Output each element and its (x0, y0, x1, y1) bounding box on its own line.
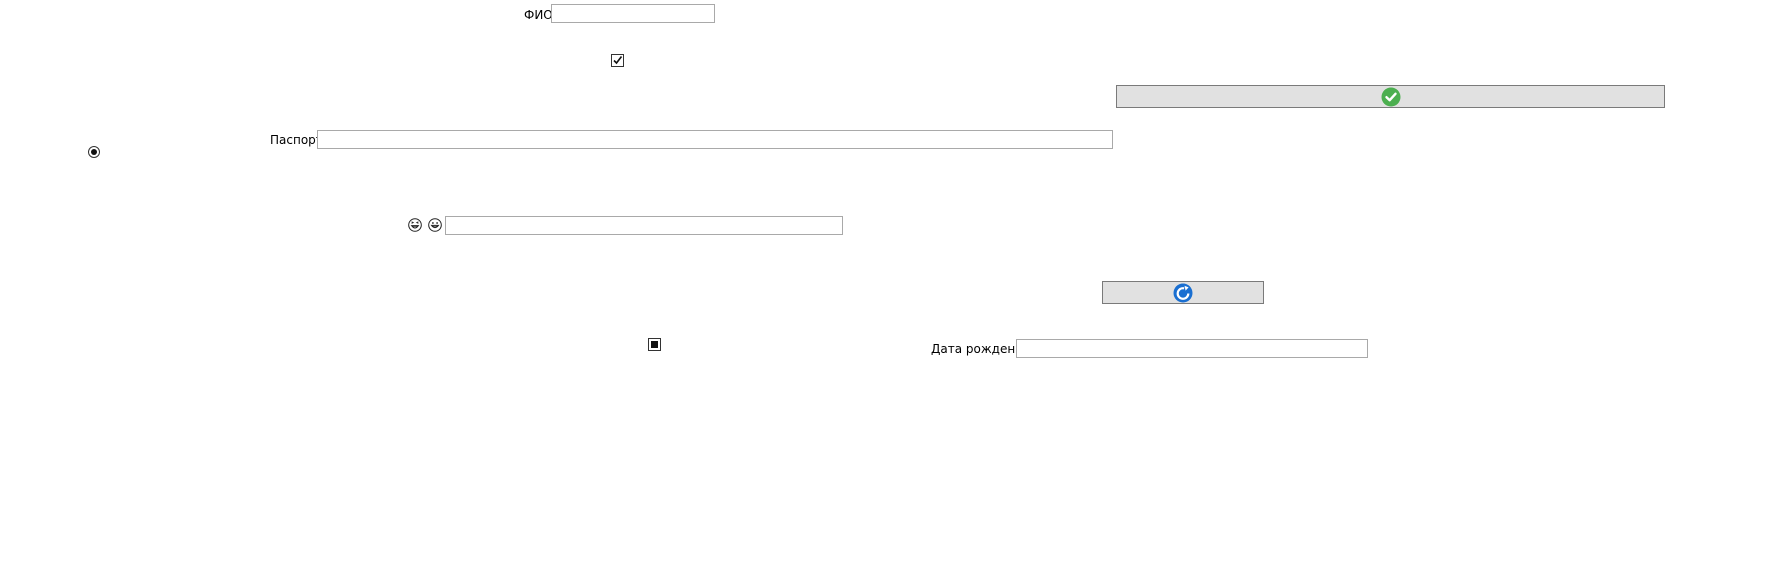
radio-dot-icon (91, 149, 97, 155)
passport-label: Паспорт (270, 133, 323, 147)
confirm-button[interactable] (1116, 85, 1665, 108)
birth-date-input[interactable] (1016, 339, 1368, 358)
fio-input[interactable] (551, 4, 715, 23)
blue-refresh-icon (1173, 283, 1193, 302)
fio-label: ФИО (524, 8, 553, 22)
passport-input[interactable] (317, 130, 1113, 149)
indeterminate-mark-icon (651, 341, 658, 348)
grinning-face-icon (428, 218, 442, 232)
emoji-input[interactable] (445, 216, 843, 235)
checkmark-icon (613, 56, 623, 65)
selected-radio-button[interactable] (88, 146, 100, 158)
green-check-circle-icon (1381, 87, 1400, 106)
refresh-button[interactable] (1102, 281, 1264, 304)
indeterminate-checkbox[interactable] (648, 338, 661, 351)
laughing-face-icon (408, 218, 422, 232)
checked-checkbox[interactable] (611, 54, 624, 67)
